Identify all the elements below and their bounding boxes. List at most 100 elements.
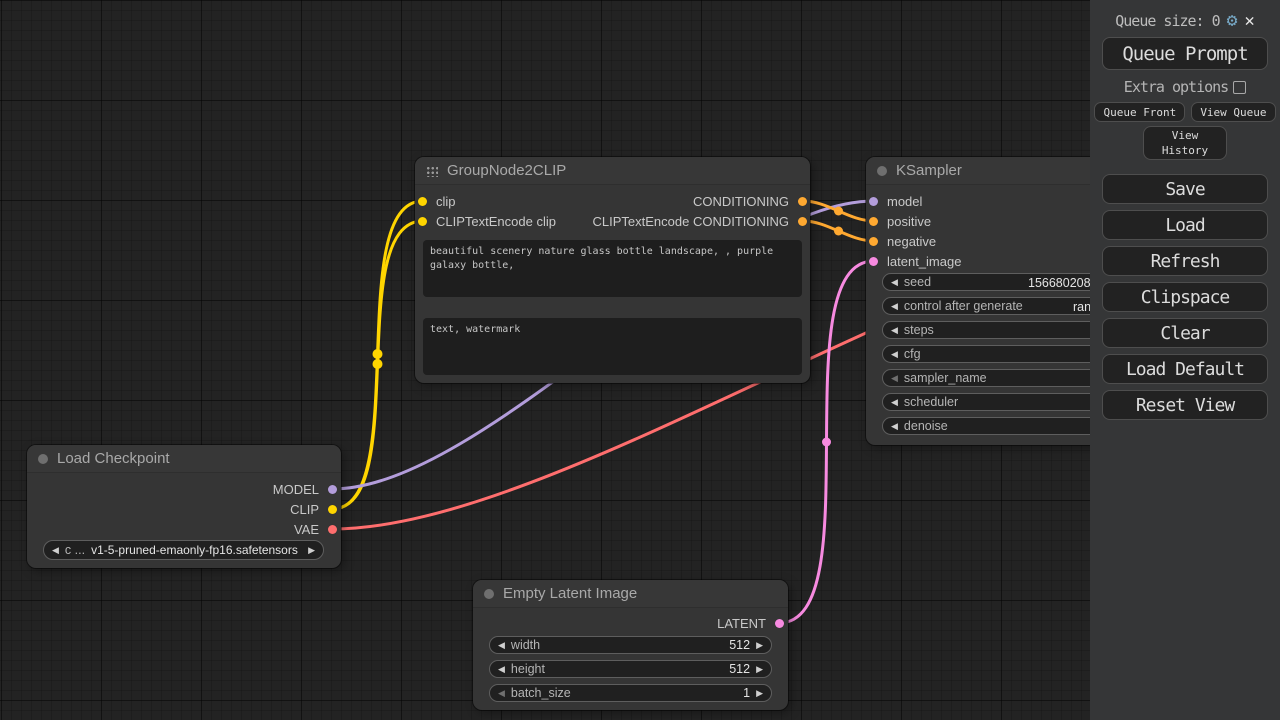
node-header[interactable]: GroupNode2CLIP	[415, 157, 810, 185]
clipspace-button[interactable]: Clipspace	[1102, 282, 1268, 312]
widget-control-after-generate[interactable]: ◀ control after generate ran	[882, 297, 1124, 315]
widget-label: scheduler	[904, 395, 958, 409]
decrement-arrow-icon[interactable]: ◀	[891, 374, 898, 383]
collapse-dot-icon[interactable]	[877, 166, 887, 176]
queue-front-button[interactable]: Queue Front	[1094, 102, 1185, 122]
extra-options-label: Extra options	[1124, 78, 1228, 96]
widget-label: height	[511, 662, 545, 676]
close-icon[interactable]: ✕	[1245, 13, 1255, 30]
input-label: CLIPTextEncode clip	[436, 214, 556, 229]
clear-button[interactable]: Clear	[1102, 318, 1268, 348]
node-load-checkpoint[interactable]: Load Checkpoint MODEL CLIP VAE ◀ c ... v…	[27, 445, 341, 568]
widget-value: 1566802087	[1028, 276, 1098, 290]
input-port-clip[interactable]	[418, 217, 427, 226]
collapse-dot-icon[interactable]	[38, 454, 48, 464]
wire-midpoint-dot	[822, 438, 831, 447]
output-label: CONDITIONING	[693, 194, 789, 209]
save-button[interactable]: Save	[1102, 174, 1268, 204]
queue-prompt-button[interactable]: Queue Prompt	[1102, 37, 1268, 70]
widget-value: 1	[743, 686, 750, 700]
increment-arrow-icon[interactable]: ▶	[756, 641, 763, 650]
widget-sampler-name[interactable]: ◀ sampler_name	[882, 369, 1124, 387]
queue-size-label: Queue size: 0	[1115, 12, 1219, 30]
node-title: GroupNode2CLIP	[447, 162, 566, 179]
input-label: latent_image	[887, 254, 961, 269]
input-label: negative	[887, 234, 936, 249]
decrement-arrow-icon[interactable]: ◀	[498, 665, 505, 674]
decrement-arrow-icon[interactable]: ◀	[891, 278, 898, 287]
reset-view-button[interactable]: Reset View	[1102, 390, 1268, 420]
output-port-vae[interactable]	[328, 525, 337, 534]
widget-label: c ...	[65, 543, 85, 557]
input-label: clip	[436, 194, 456, 209]
widget-label: control after generate	[904, 299, 1023, 313]
decrement-arrow-icon[interactable]: ◀	[52, 546, 59, 555]
load-default-button[interactable]: Load Default	[1102, 354, 1268, 384]
node-groupnode2clip[interactable]: GroupNode2CLIP clip CLIPTextEncode clip …	[415, 157, 810, 383]
widget-label: batch_size	[511, 686, 571, 700]
output-label: CLIPTextEncode CONDITIONING	[593, 214, 790, 229]
input-label: model	[887, 194, 922, 209]
widget-width[interactable]: ◀ width 512 ▶	[489, 636, 772, 654]
widget-value: 512	[729, 662, 750, 676]
decrement-arrow-icon[interactable]: ◀	[891, 350, 898, 359]
decrement-arrow-icon[interactable]: ◀	[891, 326, 898, 335]
output-port-conditioning[interactable]	[798, 217, 807, 226]
refresh-button[interactable]: Refresh	[1102, 246, 1268, 276]
output-port-clip[interactable]	[328, 505, 337, 514]
input-port-latent[interactable]	[869, 257, 878, 266]
increment-arrow-icon[interactable]: ▶	[756, 665, 763, 674]
widget-scheduler[interactable]: ◀ scheduler	[882, 393, 1124, 411]
view-history-line: History	[1162, 143, 1208, 158]
output-port-model[interactable]	[328, 485, 337, 494]
load-button[interactable]: Load	[1102, 210, 1268, 240]
widget-label: width	[511, 638, 540, 652]
widget-ckpt-name[interactable]: ◀ c ... v1-5-pruned-emaonly-fp16.safeten…	[43, 540, 324, 560]
view-history-button[interactable]: View History	[1143, 126, 1227, 160]
extra-options-checkbox[interactable]	[1233, 81, 1246, 94]
positive-prompt-textarea[interactable]: beautiful scenery nature glass bottle la…	[423, 240, 802, 297]
widget-value: ran	[1073, 300, 1091, 314]
widget-seed[interactable]: ◀ seed 1566802087	[882, 273, 1124, 291]
output-port-latent[interactable]	[775, 619, 784, 628]
wire-midpoint-dot	[834, 207, 843, 216]
view-history-line: View	[1172, 128, 1199, 143]
view-queue-button[interactable]: View Queue	[1191, 102, 1275, 122]
widget-cfg[interactable]: ◀ cfg	[882, 345, 1124, 363]
wire-midpoint-dot	[373, 359, 383, 369]
decrement-arrow-icon[interactable]: ◀	[891, 302, 898, 311]
widget-label: steps	[904, 323, 934, 337]
decrement-arrow-icon[interactable]: ◀	[891, 422, 898, 431]
decrement-arrow-icon[interactable]: ◀	[498, 689, 505, 698]
node-title: KSampler	[896, 162, 962, 179]
widget-label: denoise	[904, 419, 948, 433]
widget-value: v1-5-pruned-emaonly-fp16.safetensors	[91, 543, 298, 557]
widget-height[interactable]: ◀ height 512 ▶	[489, 660, 772, 678]
increment-arrow-icon[interactable]: ▶	[308, 546, 315, 555]
input-port-conditioning[interactable]	[869, 217, 878, 226]
group-grid-icon	[426, 165, 438, 177]
negative-prompt-textarea[interactable]: text, watermark	[423, 318, 802, 375]
output-port-conditioning[interactable]	[798, 197, 807, 206]
decrement-arrow-icon[interactable]: ◀	[891, 398, 898, 407]
node-empty-latent-image[interactable]: Empty Latent Image LATENT ◀ width 512 ▶ …	[473, 580, 788, 710]
output-label: VAE	[294, 522, 319, 537]
decrement-arrow-icon[interactable]: ◀	[498, 641, 505, 650]
node-header[interactable]: Empty Latent Image	[473, 580, 788, 608]
input-port-conditioning[interactable]	[869, 237, 878, 246]
widget-label: seed	[904, 275, 931, 289]
input-port-model[interactable]	[869, 197, 878, 206]
wire-midpoint-dot	[834, 227, 843, 236]
widget-label: sampler_name	[904, 371, 987, 385]
widget-batch-size[interactable]: ◀ batch_size 1 ▶	[489, 684, 772, 702]
widget-denoise[interactable]: ◀ denoise	[882, 417, 1124, 435]
settings-gear-icon[interactable]: ⚙	[1227, 12, 1238, 30]
input-port-clip[interactable]	[418, 197, 427, 206]
widget-steps[interactable]: ◀ steps	[882, 321, 1124, 339]
wire-midpoint-dot	[373, 349, 383, 359]
collapse-dot-icon[interactable]	[484, 589, 494, 599]
widget-label: cfg	[904, 347, 921, 361]
increment-arrow-icon[interactable]: ▶	[756, 689, 763, 698]
output-label: LATENT	[717, 616, 766, 631]
node-header[interactable]: Load Checkpoint	[27, 445, 341, 473]
